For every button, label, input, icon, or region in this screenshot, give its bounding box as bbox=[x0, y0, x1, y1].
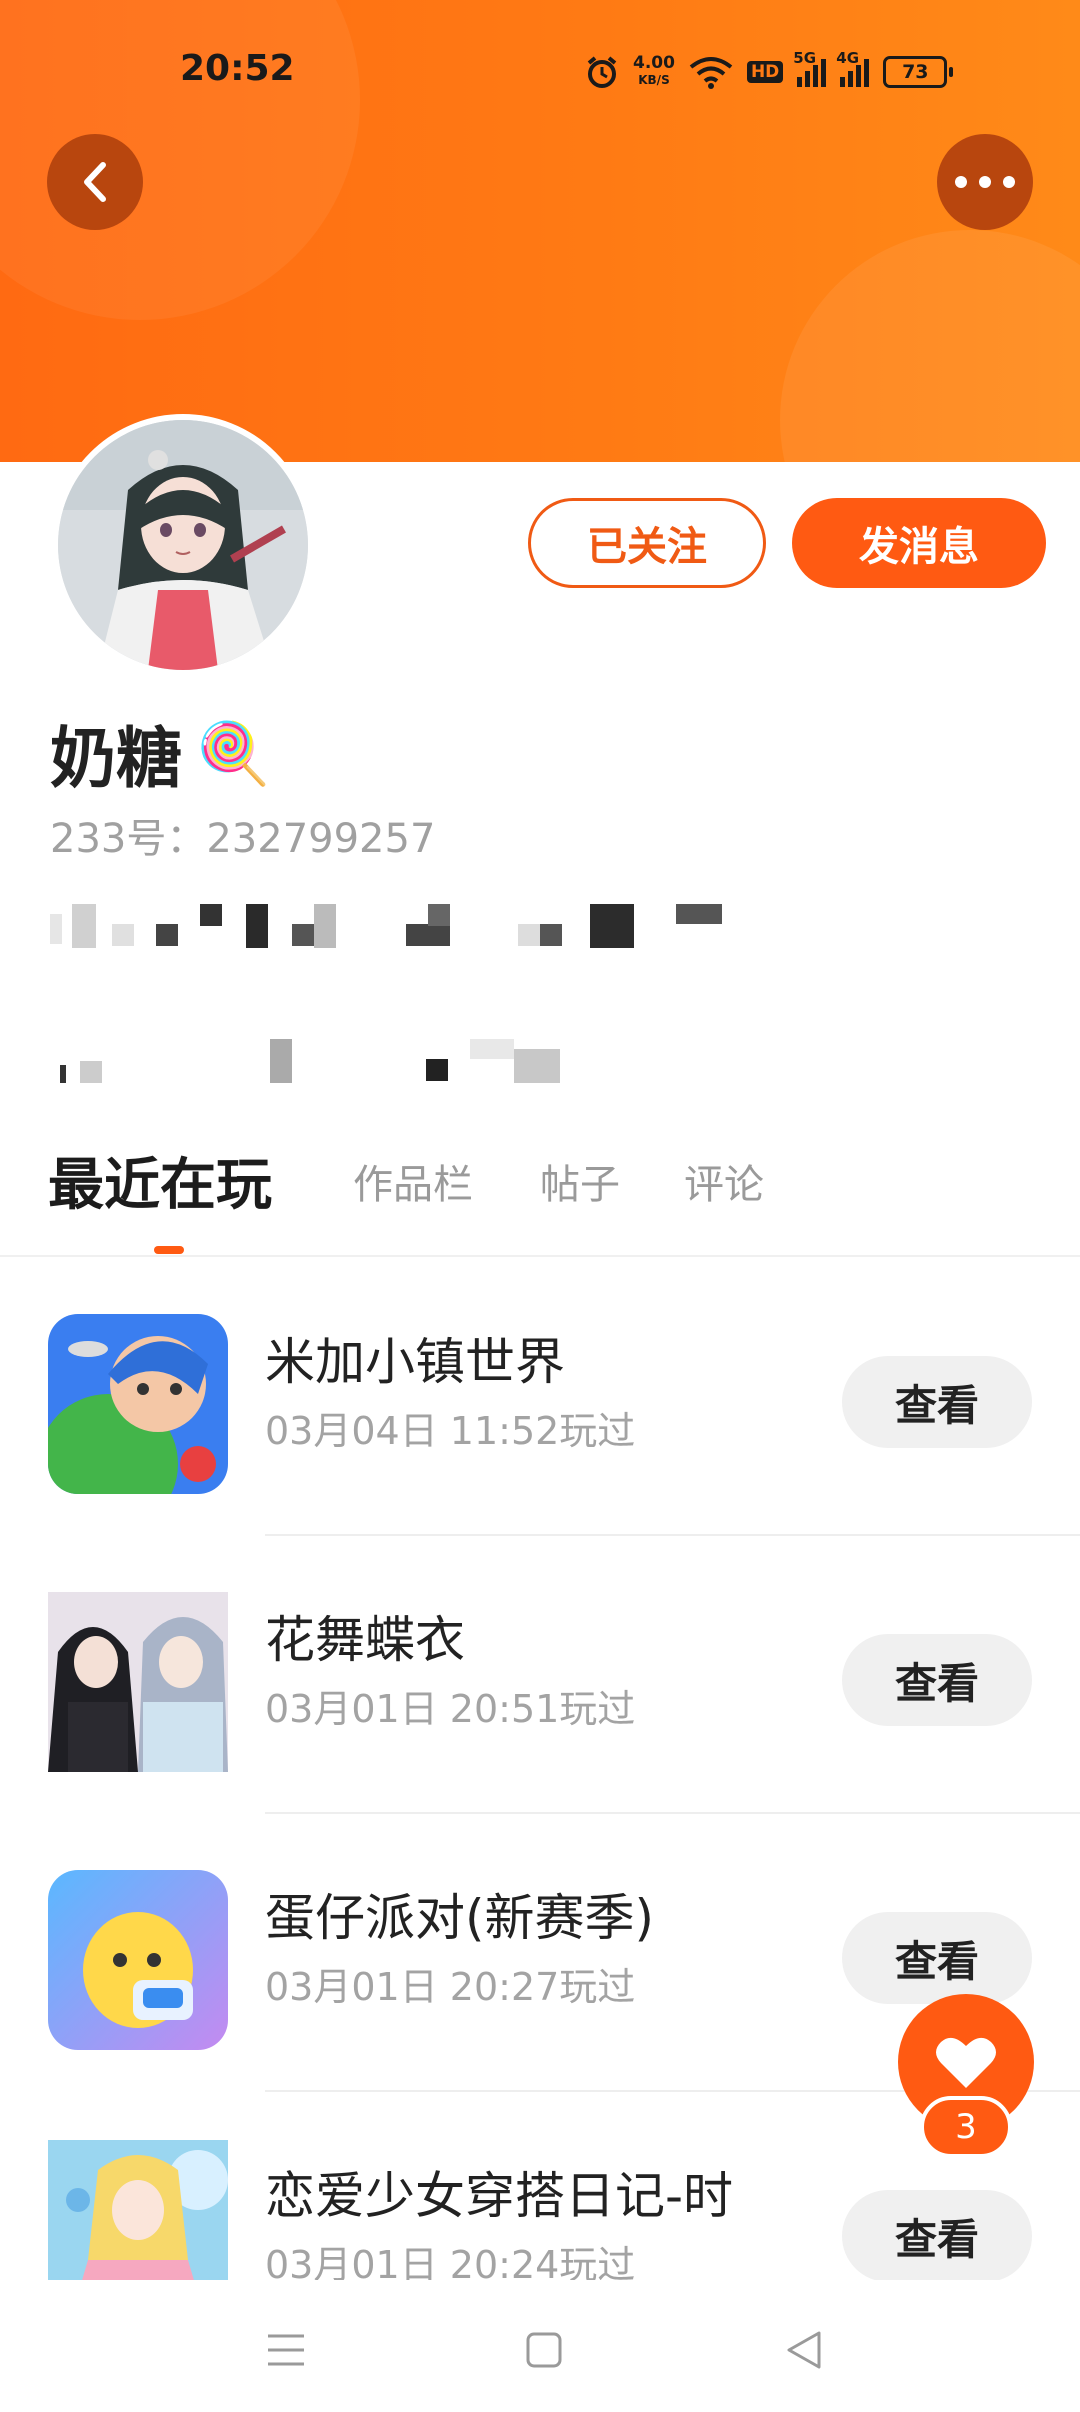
home-nav-button[interactable] bbox=[514, 2320, 574, 2380]
alarm-icon bbox=[587, 56, 617, 88]
battery-icon: 73 bbox=[883, 56, 954, 88]
menu-icon bbox=[268, 2334, 304, 2366]
wifi-icon bbox=[689, 57, 733, 89]
back-button[interactable] bbox=[47, 134, 143, 230]
user-id: 233号：232799257 bbox=[50, 816, 436, 862]
heart-icon bbox=[936, 2037, 996, 2088]
more-options-button[interactable] bbox=[937, 134, 1033, 230]
game-icon bbox=[48, 1592, 228, 1772]
home-square-icon bbox=[526, 2332, 562, 2368]
view-button[interactable]: 查看 bbox=[842, 1912, 1032, 2004]
status-icons: 4.00 KB/S HD 5G 4G 73 bbox=[585, 49, 954, 94]
chevron-left-icon bbox=[84, 162, 106, 202]
back-triangle-icon bbox=[787, 2331, 821, 2369]
send-message-button[interactable]: 发消息 bbox=[792, 498, 1046, 588]
username: 奶糖 🍭 bbox=[50, 705, 271, 801]
tab-works[interactable]: 作品栏 bbox=[353, 1152, 473, 1210]
network-speed: 4.00 KB/S bbox=[633, 53, 675, 88]
status-time: 20:52 bbox=[180, 48, 295, 89]
menu-nav-button[interactable] bbox=[256, 2320, 316, 2380]
signal-5g-icon: 5G bbox=[793, 49, 827, 87]
avatar[interactable] bbox=[52, 414, 314, 676]
game-name: 花舞蝶衣 bbox=[265, 1611, 465, 1669]
lollipop-emoji: 🍭 bbox=[196, 718, 271, 789]
last-played-time: 03月01日 20:51玩过 bbox=[265, 1687, 636, 1731]
more-icon bbox=[955, 176, 1015, 188]
redacted-bio-line bbox=[50, 900, 750, 956]
system-nav-bar bbox=[0, 2280, 1080, 2412]
last-played-time: 03月01日 20:27玩过 bbox=[265, 1965, 636, 2009]
status-bar: 20:52 4.00 KB/S HD 5G 4G 73 bbox=[0, 0, 1080, 140]
avatar-image bbox=[58, 420, 308, 670]
active-tab-indicator bbox=[154, 1246, 184, 1254]
follow-button[interactable]: 已关注 bbox=[528, 498, 766, 588]
view-button[interactable]: 查看 bbox=[842, 2190, 1032, 2282]
signal-4g-icon: 4G bbox=[836, 49, 870, 87]
game-name: 蛋仔派对(新赛季) bbox=[265, 1889, 655, 1947]
tab-posts[interactable]: 帖子 bbox=[540, 1152, 620, 1210]
view-button[interactable]: 查看 bbox=[842, 1356, 1032, 1448]
like-count-badge: 3 bbox=[920, 2096, 1012, 2158]
game-icon bbox=[48, 1314, 228, 1494]
header-decoration bbox=[780, 230, 1080, 462]
last-played-time: 03月04日 11:52玩过 bbox=[265, 1409, 636, 1453]
tab-recently-played[interactable]: 最近在玩 bbox=[48, 1140, 272, 1221]
back-nav-button[interactable] bbox=[774, 2320, 834, 2380]
view-button[interactable]: 查看 bbox=[842, 1634, 1032, 1726]
game-name: 恋爱少女穿搭日记-时 bbox=[265, 2167, 734, 2225]
redacted-bio-line bbox=[50, 1035, 750, 1091]
divider bbox=[0, 1255, 1080, 1257]
hd-icon: HD bbox=[746, 61, 784, 83]
list-item[interactable]: 花舞蝶衣 03月01日 20:51玩过 查看 bbox=[0, 1536, 1080, 1814]
tab-comments[interactable]: 评论 bbox=[684, 1152, 764, 1210]
username-text: 奶糖 bbox=[50, 720, 182, 797]
list-item[interactable]: 米加小镇世界 03月04日 11:52玩过 查看 bbox=[0, 1258, 1080, 1536]
game-name: 米加小镇世界 bbox=[265, 1333, 565, 1391]
game-icon bbox=[48, 1870, 228, 2050]
profile-tabs: 最近在玩 作品栏 帖子 评论 bbox=[0, 1140, 1080, 1256]
